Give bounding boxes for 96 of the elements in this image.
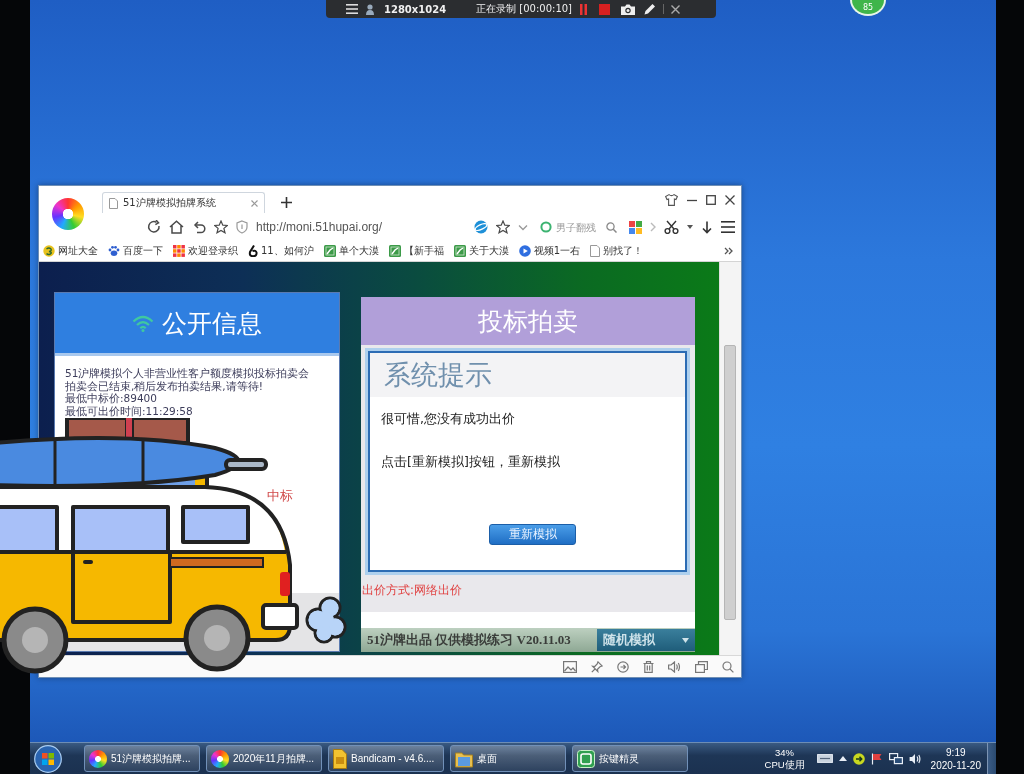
info-text: 最低可出价时间:11:29:58: [65, 405, 194, 418]
bookmark-link[interactable]: 【新手福: [388, 244, 444, 258]
address-field[interactable]: http://moni.51hupai.org/: [256, 220, 383, 234]
bookmark-link[interactable]: 单个大漠: [323, 244, 379, 258]
scrollbar-thumb[interactable]: [724, 345, 736, 620]
plus-icon[interactable]: [281, 197, 292, 208]
wifi-icon: [132, 314, 154, 332]
start-button[interactable]: [34, 744, 62, 773]
shield-icon[interactable]: [236, 220, 248, 234]
double-chevron-icon[interactable]: [724, 247, 733, 255]
bookmark-link[interactable]: 关于大漠: [453, 244, 509, 258]
close-icon[interactable]: [725, 194, 735, 205]
star-icon[interactable]: [214, 220, 228, 234]
credit-text: 51沪牌出品 仅供模拟练习 V20.11.03: [367, 631, 571, 649]
cpu-usage: 34% CPU使用: [764, 746, 805, 771]
person-icon: [366, 3, 374, 15]
circle-arrow-icon[interactable]: [617, 660, 629, 673]
resolution-label: 1280x1024: [384, 3, 447, 15]
pause-icon[interactable]: [580, 3, 588, 15]
info-text: 最低中标价:89400: [65, 392, 158, 406]
info-text: 51沪牌模拟个人非营业性客户额度模拟投标拍卖会: [65, 367, 311, 380]
close-icon[interactable]: [671, 4, 681, 14]
stop-icon[interactable]: [599, 3, 611, 15]
search-field[interactable]: 男子翻残: [536, 219, 621, 235]
bookmark-link[interactable]: 11、如何沪: [248, 244, 314, 258]
pencil-icon[interactable]: [644, 3, 657, 15]
network-icon[interactable]: [888, 752, 903, 765]
dialog-message: 很可惜,您没有成功出价: [381, 412, 516, 426]
retry-button[interactable]: 重新模拟: [489, 524, 576, 545]
notice-text: 中标: [267, 486, 293, 505]
file-icon: [333, 748, 347, 769]
camera-icon[interactable]: [621, 3, 636, 15]
taskbar-button[interactable]: 按键精灵: [572, 745, 688, 772]
page-icon: [109, 197, 118, 209]
flag-icon[interactable]: [870, 752, 883, 765]
browser-logo-icon: [211, 749, 229, 768]
search-icon[interactable]: [606, 221, 617, 233]
page-icon: [590, 245, 601, 257]
grid-icon[interactable]: [629, 220, 642, 234]
star-icon[interactable]: [496, 220, 510, 234]
pin-icon[interactable]: [591, 660, 603, 673]
swirl-icon: [248, 245, 258, 257]
round-badge: 85: [850, 0, 886, 16]
download-icon[interactable]: [701, 220, 713, 234]
caret-icon[interactable]: [687, 225, 693, 229]
maximize-icon[interactable]: [706, 194, 716, 205]
panel-title: 公开信息: [162, 307, 262, 340]
panel-title: 投标拍卖: [478, 305, 578, 338]
taskbar-button[interactable]: Bandicam - v4.6....: [328, 745, 444, 772]
search-icon[interactable]: [722, 660, 734, 673]
image-icon[interactable]: [563, 660, 577, 673]
taskbar-button[interactable]: 51沪牌模拟拍牌...: [84, 745, 200, 772]
trash-icon[interactable]: [643, 660, 654, 673]
arrow-circle-icon[interactable]: [852, 752, 865, 765]
sheet-icon: [388, 245, 401, 257]
play-icon: [518, 245, 531, 257]
clock[interactable]: 9:19 2020-11-20: [930, 745, 981, 772]
info-text: 拍卖会已结束,稍后发布拍卖结果,请等待!: [65, 379, 264, 393]
speaker-icon[interactable]: [908, 752, 921, 765]
browser-logo-icon: [89, 749, 107, 768]
bookmark-link[interactable]: 网址大全: [43, 244, 98, 258]
show-desktop-button[interactable]: [987, 743, 996, 774]
paw-icon: [108, 245, 120, 257]
dialog-title: 系统提示: [370, 353, 685, 397]
bid-method-text: 出价方式:网络出价: [362, 583, 462, 597]
browser-logo-icon[interactable]: [52, 197, 84, 230]
sheet-icon: [323, 245, 336, 257]
menu-icon[interactable]: [346, 4, 358, 14]
taskbar-button[interactable]: 2020年11月拍牌...: [206, 745, 322, 772]
folder-icon: [455, 749, 473, 768]
refresh-icon[interactable]: [147, 220, 161, 234]
round-logo-icon: [43, 245, 55, 257]
scrollbar[interactable]: [719, 262, 741, 655]
sheet-icon: [453, 245, 466, 257]
home-icon[interactable]: [169, 220, 184, 234]
bookmark-link[interactable]: 欢迎登录织: [173, 244, 238, 258]
window-icon[interactable]: [695, 660, 708, 673]
scissors-icon[interactable]: [664, 220, 679, 234]
ring-logo-icon[interactable]: [474, 220, 488, 234]
taskbar-button[interactable]: 桌面: [450, 745, 566, 772]
mode-select[interactable]: 随机模拟: [597, 629, 695, 651]
bookmark-link[interactable]: 别找了！: [590, 244, 644, 258]
bookmark-link[interactable]: 视频1一右: [518, 244, 581, 258]
ring-icon: [540, 221, 552, 233]
caret-icon[interactable]: [682, 637, 689, 643]
dialog-message: 点击[重新模拟]按钮，重新模拟: [381, 455, 561, 469]
keyboard-icon[interactable]: [816, 754, 833, 763]
app-icon: [577, 749, 595, 768]
browser-tab[interactable]: 51沪牌模拟拍牌系统: [102, 192, 265, 213]
shirt-icon[interactable]: [665, 193, 678, 206]
bookmark-link[interactable]: 百度一下: [108, 244, 163, 258]
menu-icon[interactable]: [721, 221, 735, 233]
back-icon[interactable]: [192, 220, 206, 234]
recording-status: 正在录制 [00:00:10]: [476, 2, 573, 16]
caret-up-icon[interactable]: [838, 756, 847, 761]
grid-icon: [173, 245, 185, 257]
